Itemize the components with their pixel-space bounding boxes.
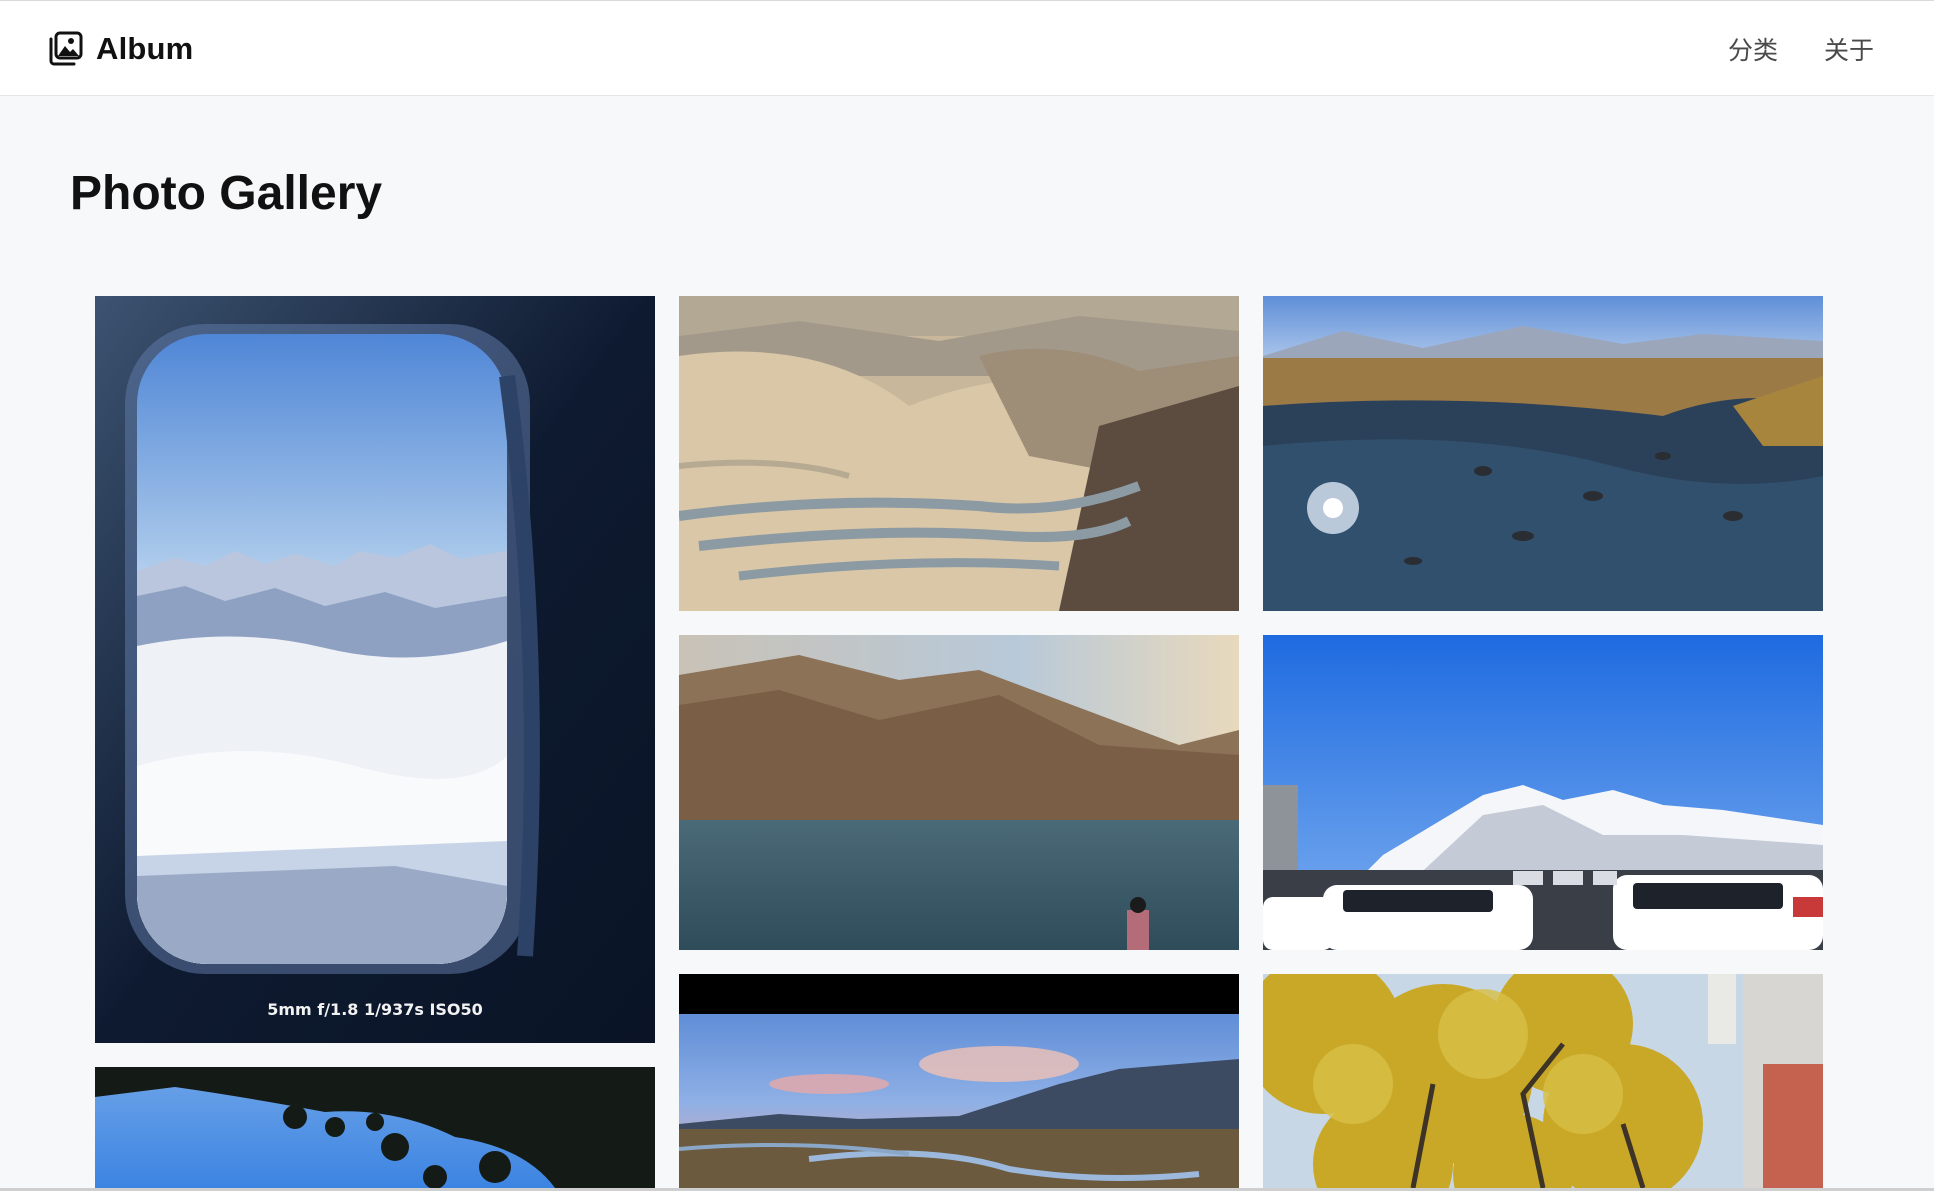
photo-mountain-lake[interactable] — [679, 635, 1239, 950]
page-title: Photo Gallery — [70, 167, 383, 220]
brand-name: Album — [96, 31, 194, 66]
alpine-stream-image — [1263, 296, 1823, 611]
photo-snow-mountain-parking[interactable] — [1263, 635, 1823, 950]
photo-sunset-valley[interactable] — [679, 974, 1239, 1188]
mountain-lake-image — [679, 635, 1239, 950]
snow-mountain-parking-image — [1263, 635, 1823, 950]
photo-album-icon — [46, 30, 84, 68]
photo-desert-switchbacks[interactable] — [679, 296, 1239, 611]
photo-exif-caption: 5mm f/1.8 1/937s ISO50 — [267, 1000, 483, 1019]
photo-alpine-stream[interactable] — [1263, 296, 1823, 611]
desert-switchbacks-image — [679, 296, 1239, 611]
nav-categories-link[interactable]: 分类 — [1728, 31, 1778, 67]
sunset-valley-image — [679, 974, 1239, 1188]
top-navbar: Album 分类 关于 — [0, 0, 1934, 96]
airplane-window-image: 5mm f/1.8 1/937s ISO50 — [95, 296, 655, 1043]
pine-tree-image — [95, 1067, 655, 1188]
photo-pine-tree[interactable] — [95, 1067, 655, 1188]
nav-links: 分类 关于 — [1728, 31, 1874, 67]
photo-airplane-window[interactable]: 5mm f/1.8 1/937s ISO50 — [95, 296, 655, 1043]
nav-about-link[interactable]: 关于 — [1824, 31, 1874, 67]
ginkgo-trees-image — [1263, 974, 1823, 1188]
brand-link[interactable]: Album — [46, 30, 193, 68]
photo-ginkgo-trees[interactable] — [1263, 974, 1823, 1188]
